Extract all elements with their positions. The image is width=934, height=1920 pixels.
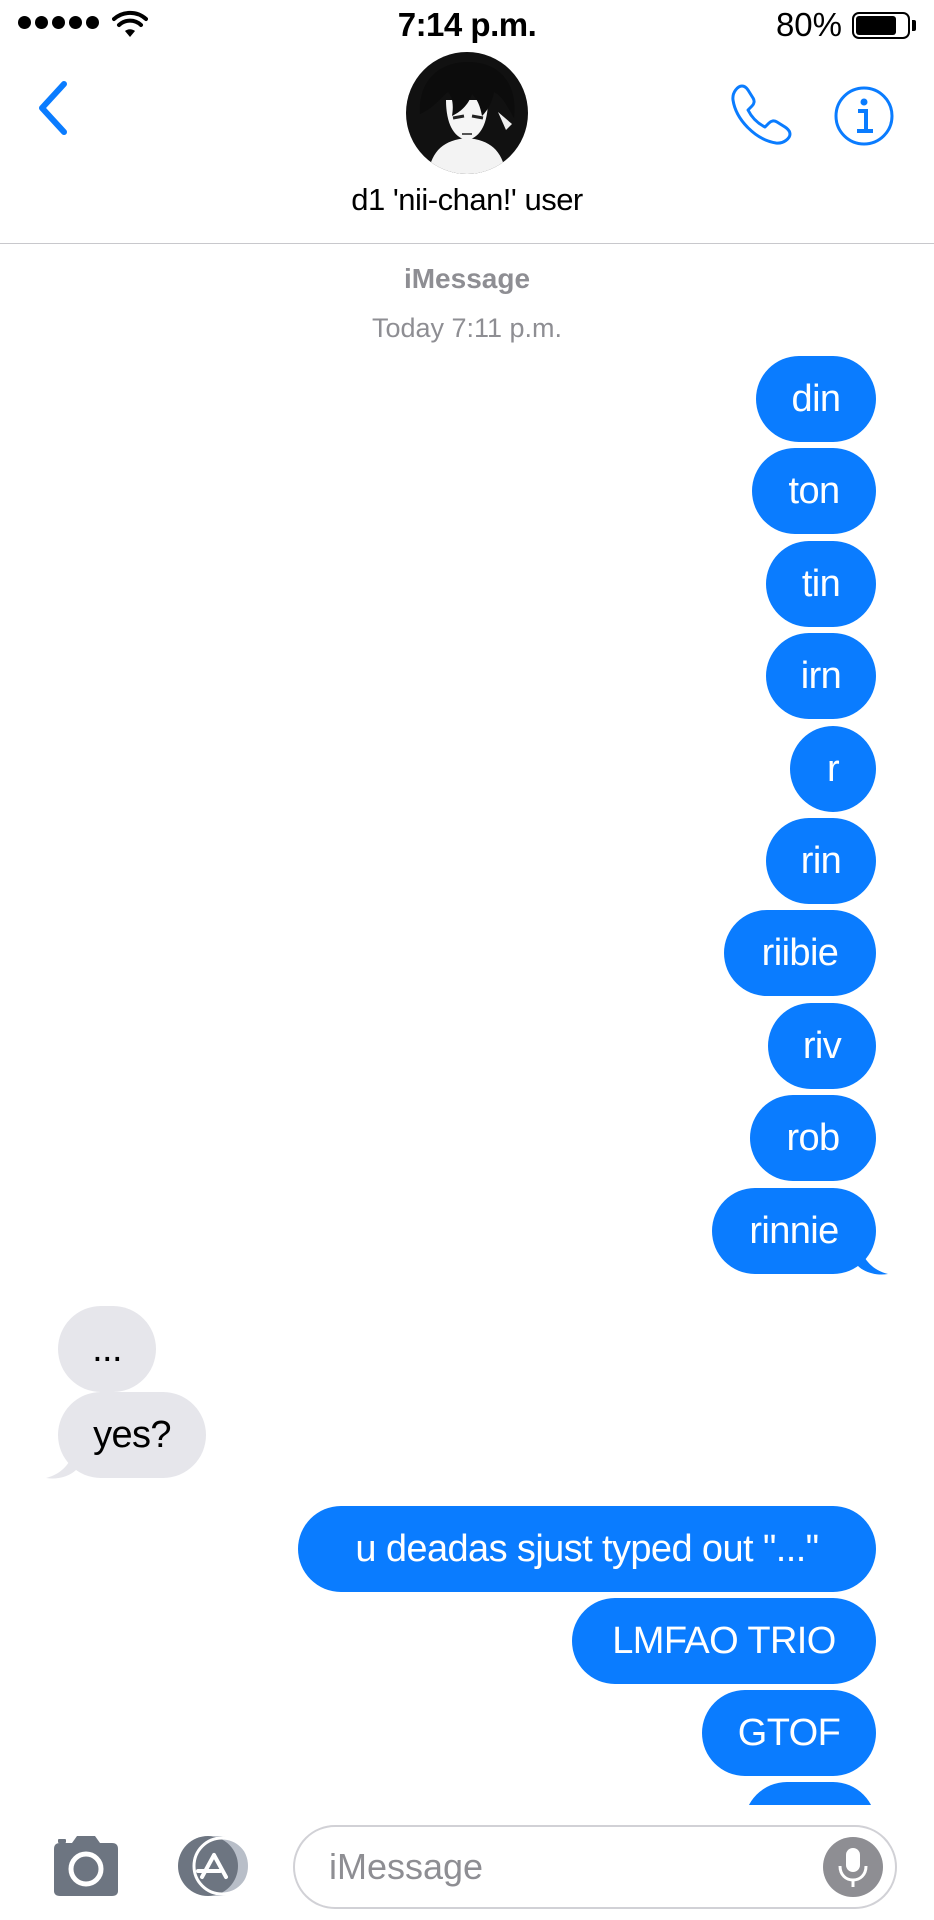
message-bubble-outgoing[interactable]: rin xyxy=(766,818,876,904)
message-bubble-outgoing[interactable]: GTOF xyxy=(702,1690,876,1776)
message-bubble-outgoing[interactable]: u deadas sjust typed out "..." xyxy=(298,1506,876,1592)
message-bubble-outgoing[interactable]: rob xyxy=(750,1095,876,1181)
info-icon[interactable] xyxy=(833,85,895,147)
battery-percentage: 80% xyxy=(775,6,842,43)
phone-icon[interactable] xyxy=(728,82,794,148)
app-store-icon[interactable] xyxy=(168,1835,256,1897)
conversation-header: d1 'nii-chan!' user xyxy=(0,52,934,244)
contact-avatar[interactable] xyxy=(406,52,528,174)
contact-name[interactable]: d1 'nii-chan!' user xyxy=(0,182,934,218)
chevron-left-icon[interactable] xyxy=(34,78,74,138)
avatar-image xyxy=(406,52,528,174)
message-bubble-outgoing[interactable]: rinnie xyxy=(712,1188,876,1274)
message-bubble-outgoing[interactable]: riv xyxy=(768,1003,876,1089)
microphone-icon[interactable] xyxy=(823,1837,883,1897)
message-bubble-outgoing[interactable]: LMFAO TRIO xyxy=(572,1598,876,1684)
message-bubble-incoming[interactable]: ... xyxy=(58,1306,156,1392)
camera-icon[interactable] xyxy=(50,1835,122,1897)
thread-timestamp: Today 7:11 p.m. xyxy=(371,313,563,343)
status-bar: 7:14 p.m. 80% xyxy=(0,0,934,52)
battery-icon xyxy=(852,12,910,39)
message-composer xyxy=(0,1805,934,1920)
bubble-tail xyxy=(46,1440,76,1479)
message-bubble-outgoing[interactable]: din xyxy=(756,356,876,442)
message-bubble-incoming[interactable]: yes? xyxy=(58,1392,206,1478)
message-bubble-outgoing[interactable]: r xyxy=(790,726,876,812)
message-input[interactable] xyxy=(329,1841,799,1893)
message-bubble-outgoing[interactable]: tin xyxy=(766,541,876,627)
message-bubble-outgoing[interactable]: ton xyxy=(752,448,876,534)
message-bubble-outgoing[interactable]: irn xyxy=(766,633,876,719)
battery-tip xyxy=(912,20,916,31)
message-input-field[interactable] xyxy=(293,1825,897,1909)
service-label: iMessage xyxy=(403,263,531,294)
message-bubble-outgoing[interactable]: riibie xyxy=(724,910,876,996)
bubble-tail xyxy=(858,1236,888,1275)
